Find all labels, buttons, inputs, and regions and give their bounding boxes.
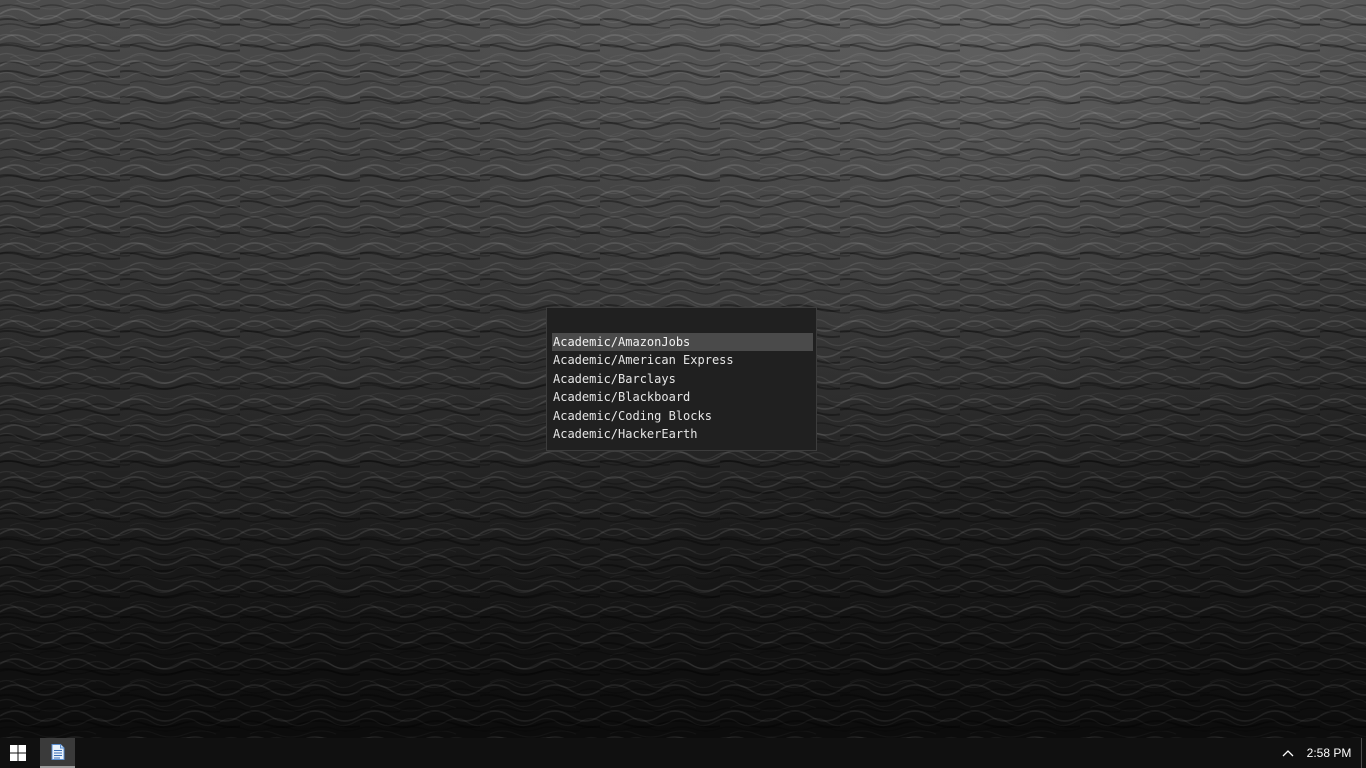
launcher-result-item[interactable]: Academic/Blackboard xyxy=(552,388,813,406)
windows-logo-icon xyxy=(10,745,26,761)
launcher-result-item[interactable]: Academic/Barclays xyxy=(552,370,813,388)
launcher-result-item[interactable]: Academic/AmazonJobs xyxy=(552,333,813,352)
notepad-document-icon xyxy=(51,744,64,760)
taskbar-clock[interactable]: 2:58 PM xyxy=(1300,738,1358,768)
launcher-result-item[interactable]: Academic/American Express xyxy=(552,351,813,369)
start-button[interactable] xyxy=(0,738,36,768)
show-desktop-button[interactable] xyxy=(1361,738,1366,768)
taskbar-app-notepad[interactable] xyxy=(40,738,75,768)
taskbar: 2:58 PM xyxy=(0,738,1366,768)
chevron-up-icon xyxy=(1282,750,1294,757)
launcher-result-item[interactable]: Academic/Coding Blocks xyxy=(552,407,813,425)
launcher-search-input[interactable] xyxy=(552,313,811,333)
launcher-result-item[interactable]: Academic/HackerEarth xyxy=(552,425,813,443)
show-hidden-icons-button[interactable] xyxy=(1277,738,1299,768)
launcher-results-list: Academic/AmazonJobs Academic/American Ex… xyxy=(552,333,813,443)
launcher-popup: Academic/AmazonJobs Academic/American Ex… xyxy=(546,307,817,451)
